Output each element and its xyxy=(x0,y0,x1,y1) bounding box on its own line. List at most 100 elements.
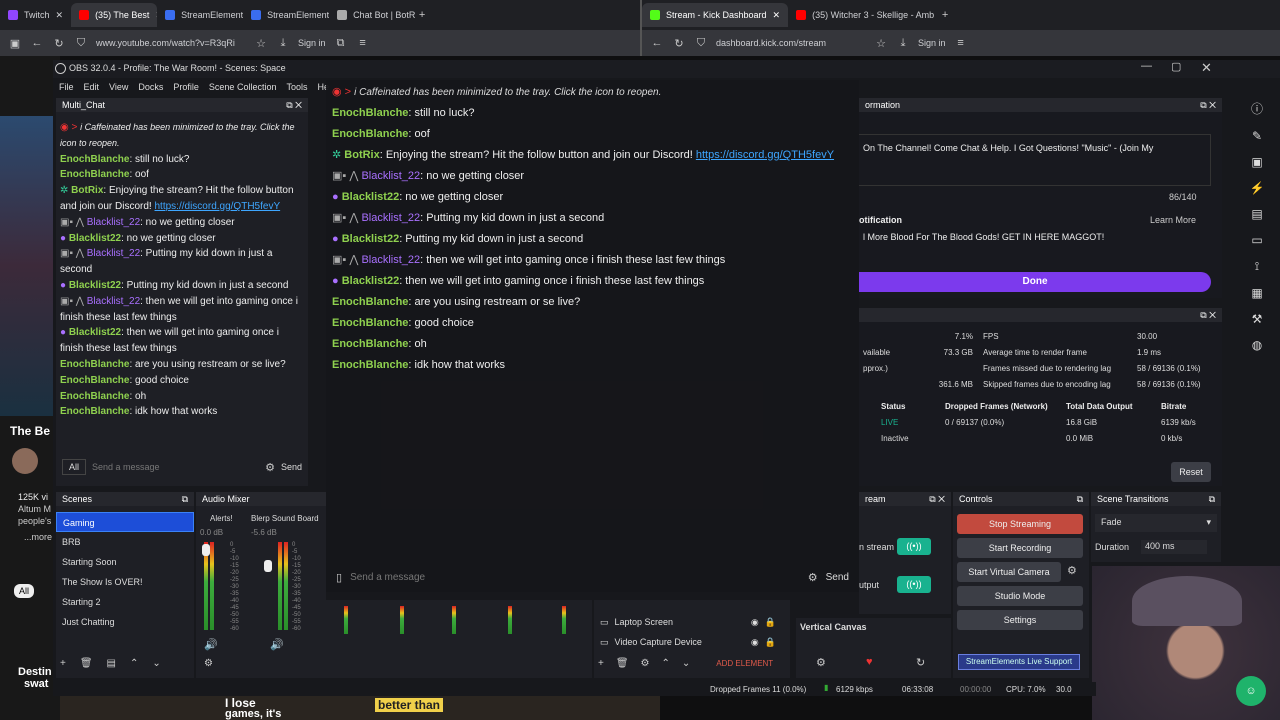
studio-mode-button[interactable]: Studio Mode xyxy=(957,586,1083,606)
start-recording-button[interactable]: Start Recording xyxy=(957,538,1083,558)
menu-icon[interactable]: ≡ xyxy=(356,36,370,50)
star-icon[interactable]: ☆ xyxy=(874,36,888,50)
big-chat-send-button[interactable]: Send xyxy=(826,572,849,583)
extension-icon[interactable]: ⧉ xyxy=(334,36,348,50)
left-url[interactable]: www.youtube.com/watch?v=R3qRi xyxy=(96,38,246,48)
dock-float-icon[interactable]: ⧉ xyxy=(1077,494,1083,505)
chat-username[interactable]: Blacklist_22 xyxy=(87,248,140,259)
chat-filter-select[interactable]: All xyxy=(62,459,87,475)
settings-icon[interactable]: ⚙ xyxy=(265,461,275,474)
menu-item[interactable]: Docks xyxy=(138,82,163,96)
stream-title-field[interactable]: On The Channel! Come Chat & Help. I Got … xyxy=(859,134,1211,186)
scene-item[interactable]: Starting 2 xyxy=(56,592,194,612)
minimize-icon[interactable]: — xyxy=(1141,60,1152,72)
list-icon[interactable]: ▤ xyxy=(1251,207,1262,221)
chat-username[interactable]: EnochBlanche xyxy=(332,317,408,329)
duration-input[interactable]: 400 ms xyxy=(1141,540,1207,554)
bolt-icon[interactable]: ⚡ xyxy=(1250,181,1265,195)
chat-link[interactable]: https://discord.gg/QTH5fevY xyxy=(155,201,281,212)
yt-all-chip[interactable]: All xyxy=(14,584,35,598)
menu-item[interactable]: Tools xyxy=(286,82,307,96)
download-icon[interactable]: ⤓ xyxy=(276,36,290,50)
chat-username[interactable]: Blacklist22 xyxy=(69,233,121,244)
scene-item[interactable]: Just Chatting xyxy=(56,612,194,632)
browser-tab[interactable]: (35) The Best✕ xyxy=(71,3,158,27)
info-icon[interactable]: ⓘ xyxy=(1251,100,1263,117)
chat-username[interactable]: EnochBlanche xyxy=(332,359,408,371)
chat-username[interactable]: BotRix xyxy=(71,185,103,196)
close-icon[interactable]: ✕ xyxy=(1201,60,1212,76)
stop-streaming-button[interactable]: Stop Streaming xyxy=(957,514,1083,534)
start-virtual-camera-button[interactable]: Start Virtual Camera xyxy=(957,562,1061,582)
browser-tab[interactable]: StreamElements✕ xyxy=(157,3,243,27)
frame-icon[interactable]: ▣ xyxy=(1251,155,1262,169)
chat-username[interactable]: EnochBlanche xyxy=(332,338,408,350)
star-icon[interactable]: ☆ xyxy=(254,36,268,50)
big-chat-input[interactable]: Send a message xyxy=(350,572,800,583)
back-icon[interactable]: ← xyxy=(650,36,664,50)
stream-toggle-1[interactable]: ((•)) xyxy=(897,538,931,555)
browser-tab[interactable]: Twitch ✕ xyxy=(0,3,71,27)
chat-username[interactable]: Blacklist_22 xyxy=(87,217,140,228)
reload-icon[interactable]: ↻ xyxy=(672,36,686,50)
settings-button[interactable]: Settings xyxy=(957,610,1083,630)
emote-icon[interactable]: ▯ xyxy=(336,571,342,584)
add-element-button[interactable]: ADD ELEMENT xyxy=(716,659,773,668)
transition-select[interactable]: Fade ▾ xyxy=(1095,514,1217,532)
gear-icon[interactable]: ⚙ xyxy=(1067,564,1077,577)
tab-close-icon[interactable]: ✕ xyxy=(773,10,781,21)
chat-icon[interactable]: ▭ xyxy=(1251,233,1262,247)
menu-item[interactable]: Scene Collection xyxy=(209,82,277,96)
eye-icon[interactable]: ◉ xyxy=(751,617,759,628)
chat-username[interactable]: EnochBlanche xyxy=(60,359,129,370)
browser-tab[interactable]: (35) Witcher 3 - Skellige - Amb✕ xyxy=(788,3,938,27)
eye-icon[interactable]: ◉ xyxy=(751,637,759,648)
add-icon[interactable]: + xyxy=(60,658,66,669)
new-tab-icon[interactable]: + xyxy=(415,8,429,22)
menu-item[interactable]: View xyxy=(109,82,128,96)
tab-close-icon[interactable]: ✕ xyxy=(56,10,64,21)
scene-item[interactable]: The Show Is OVER! xyxy=(56,572,194,592)
multichat-send-button[interactable]: Send xyxy=(281,462,302,472)
sidebar-icon[interactable]: ▣ xyxy=(8,36,22,50)
chat-username[interactable]: EnochBlanche xyxy=(60,406,129,417)
chat-username[interactable]: EnochBlanche xyxy=(60,391,129,402)
filter-icon[interactable]: ▤ xyxy=(107,658,116,669)
chat-username[interactable]: Blacklist_22 xyxy=(361,170,420,182)
gear-icon[interactable]: ⚙ xyxy=(816,656,826,669)
lock-icon[interactable]: 🔒 xyxy=(765,617,776,628)
browser-tab[interactable]: Chat Bot | BotRi✕ xyxy=(329,3,415,27)
source-item[interactable]: ▭ Video Capture Device ◉ 🔒 xyxy=(594,632,790,652)
chat-username[interactable]: EnochBlanche xyxy=(332,128,408,140)
stream-toggle-2[interactable]: ((•)) xyxy=(897,576,931,593)
chat-link[interactable]: https://discord.gg/QTH5fevY xyxy=(696,149,834,161)
done-button[interactable]: Done xyxy=(859,272,1211,292)
gamepad-icon[interactable]: ◍ xyxy=(1252,338,1262,352)
dock-float-icon[interactable]: ⧉ xyxy=(1209,494,1215,505)
browser-tab[interactable]: StreamElements✕ xyxy=(243,3,329,27)
video-thumbnail[interactable] xyxy=(0,116,60,416)
left-signin[interactable]: Sign in xyxy=(298,38,326,48)
trash-icon[interactable]: 🗑 xyxy=(80,658,93,669)
dock-close-icon[interactable]: ⧉ ✕ xyxy=(1200,310,1216,321)
gear-icon[interactable]: ⚙ xyxy=(641,658,650,669)
scene-item[interactable]: BRB xyxy=(56,532,194,552)
chevron-down-icon[interactable]: ⌄ xyxy=(152,658,160,669)
add-icon[interactable]: + xyxy=(598,658,604,669)
chat-username[interactable]: Blacklist22 xyxy=(342,191,399,203)
notification-field[interactable]: l More Blood For The Blood Gods! GET IN … xyxy=(859,228,1211,256)
menu-icon[interactable]: ≡ xyxy=(954,36,968,50)
chat-username[interactable]: Blacklist22 xyxy=(342,233,399,245)
menu-item[interactable]: Profile xyxy=(173,82,199,96)
chat-username[interactable]: EnochBlanche xyxy=(60,375,129,386)
avatar[interactable] xyxy=(12,448,38,474)
chat-username[interactable]: Blacklist_22 xyxy=(87,296,140,307)
chat-username[interactable]: Blacklist22 xyxy=(342,275,399,287)
gear-icon[interactable]: ⚙ xyxy=(204,658,213,669)
grid-icon[interactable]: ▦ xyxy=(1251,286,1262,300)
maximize-icon[interactable]: ▢ xyxy=(1171,60,1181,73)
chat-username[interactable]: EnochBlanche xyxy=(332,296,408,308)
support-bubble-icon[interactable]: ☺ xyxy=(1236,676,1266,706)
source-item[interactable]: ▭ Laptop Screen ◉ 🔒 xyxy=(594,612,790,632)
dock-float-icon[interactable]: ⧉ xyxy=(182,494,188,505)
